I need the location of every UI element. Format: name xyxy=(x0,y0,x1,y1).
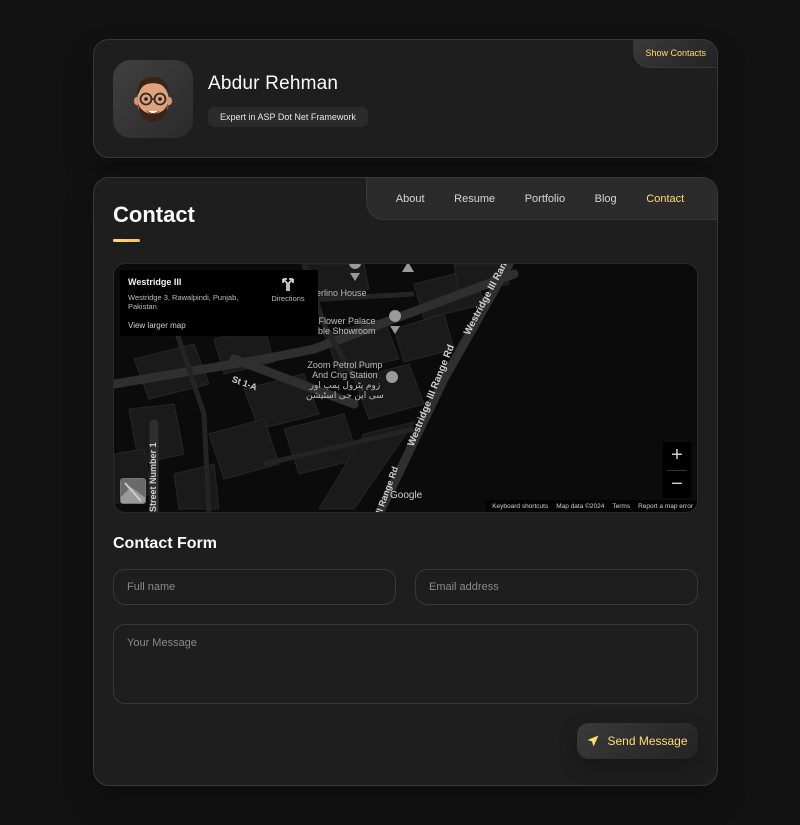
profile-name: Abdur Rehman xyxy=(208,73,339,94)
directions-label: Directions xyxy=(271,294,305,303)
email-input[interactable] xyxy=(415,569,698,605)
nav-link-resume[interactable]: Resume xyxy=(454,193,495,205)
report-map-error-link[interactable]: Report a map error xyxy=(638,503,693,510)
title-underline xyxy=(113,239,140,242)
nav-link-about[interactable]: About xyxy=(396,193,425,205)
map-data-label: Map data ©2024 xyxy=(556,502,605,510)
google-logo: Google xyxy=(390,490,423,501)
poi-label-erlino-house[interactable]: erlino House xyxy=(316,288,367,298)
nav-link-portfolio[interactable]: Portfolio xyxy=(525,193,565,205)
place-address: Westridge 3, Rawalpindi, Punjab, Pakista… xyxy=(128,293,239,312)
poi-label-flower-palace[interactable]: Flower Palace arble Showroom xyxy=(310,316,376,336)
page-title: Contact xyxy=(113,202,195,227)
avatar-memoji-icon xyxy=(134,77,172,122)
navbar: About Resume Portfolio Blog Contact xyxy=(366,178,717,220)
paper-plane-icon xyxy=(587,735,599,747)
nav-link-contact[interactable]: Contact xyxy=(646,193,684,205)
send-message-label: Send Message xyxy=(607,734,688,748)
form-title: Contact Form xyxy=(113,535,217,552)
nav-link-blog[interactable]: Blog xyxy=(595,193,617,205)
terms-link[interactable]: Terms xyxy=(612,503,630,510)
map-place-card: Westridge III Westridge 3, Rawalpindi, P… xyxy=(120,270,318,336)
zoom-controls: + − xyxy=(663,442,691,498)
profile-title-badge: Expert in ASP Dot Net Framework xyxy=(208,107,368,127)
map-footer: Keyboard shortcuts Map data ©2024 Terms … xyxy=(486,500,697,512)
street-view-icon xyxy=(121,479,145,503)
send-message-button[interactable]: Send Message xyxy=(577,723,698,759)
view-larger-map-link[interactable]: View larger map xyxy=(128,321,186,330)
avatar xyxy=(113,60,193,138)
zoom-in-button[interactable]: + xyxy=(663,442,691,470)
google-map[interactable]: erlino House Flower Palace arble Showroo… xyxy=(113,263,698,513)
message-textarea[interactable] xyxy=(113,624,698,704)
keyboard-shortcuts-link[interactable]: Keyboard shortcuts xyxy=(492,503,548,510)
directions-button[interactable]: Directions xyxy=(268,278,308,303)
zoom-out-button[interactable]: − xyxy=(663,471,691,499)
street-view-thumbnail[interactable] xyxy=(120,478,146,504)
fullname-input[interactable] xyxy=(113,569,396,605)
road-label-street-number-1: Street Number 1 xyxy=(148,442,158,512)
contact-article: About Resume Portfolio Blog Contact Cont… xyxy=(93,177,718,786)
directions-icon xyxy=(282,278,294,291)
poi-label-zoom-petrol-pump[interactable]: Zoom Petrol Pump And Cng Station زوم پٹر… xyxy=(306,360,384,401)
profile-card: Abdur Rehman Expert in ASP Dot Net Frame… xyxy=(93,39,718,158)
show-contacts-button[interactable]: Show Contacts xyxy=(633,39,718,68)
